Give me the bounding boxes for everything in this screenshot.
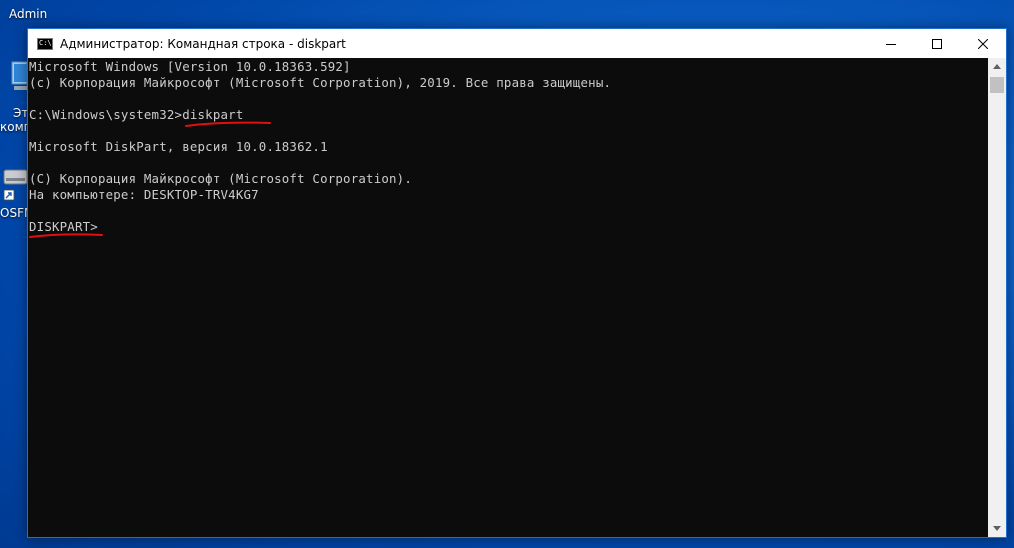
console-line: На компьютере: DESKTOP-TRV4KG7: [29, 187, 259, 202]
computer-icon: [11, 61, 27, 90]
minimize-icon: [886, 43, 896, 45]
vertical-scrollbar[interactable]: [988, 58, 1006, 537]
close-icon: [978, 38, 988, 49]
window-controls: [868, 29, 1006, 58]
console-line: (c) Корпорация Майкрософт (Microsoft Cor…: [29, 75, 612, 90]
desktop-icon-osfm[interactable]: OSFM: [0, 160, 34, 224]
desktop-icon-computer[interactable]: Эт комп: [0, 58, 32, 138]
cmd-window[interactable]: C:\ Администратор: Командная строка - di…: [27, 28, 1007, 538]
minimize-button[interactable]: [868, 29, 914, 58]
desktop-icon-label: Admin: [9, 7, 48, 21]
close-button[interactable]: [960, 29, 1006, 58]
scroll-up-button[interactable]: [988, 58, 1006, 75]
cmd-icon: C:\: [37, 37, 53, 50]
console-output[interactable]: Microsoft Windows [Version 10.0.18363.59…: [28, 58, 988, 537]
console-line: Microsoft DiskPart, версия 10.0.18362.1: [29, 139, 328, 154]
chevron-up-icon: [993, 64, 1001, 69]
console-line: Microsoft Windows [Version 10.0.18363.59…: [29, 59, 351, 74]
console-line: C:\Windows\system32>diskpart: [29, 107, 244, 122]
scroll-down-button[interactable]: [988, 520, 1006, 537]
maximize-icon: [932, 38, 942, 49]
window-title: Администратор: Командная строка - diskpa…: [60, 36, 346, 51]
title-bar[interactable]: C:\ Администратор: Командная строка - di…: [28, 29, 1006, 58]
desktop-icon-admin[interactable]: Admin: [0, 0, 47, 24]
disk-shortcut-icon: [3, 169, 27, 201]
console-line: (С) Корпорация Майкрософт (Microsoft Cor…: [29, 171, 412, 186]
scroll-thumb[interactable]: [990, 77, 1004, 93]
chevron-down-icon: [993, 526, 1001, 531]
maximize-button[interactable]: [914, 29, 960, 58]
console-prompt: DISKPART>: [29, 219, 98, 234]
